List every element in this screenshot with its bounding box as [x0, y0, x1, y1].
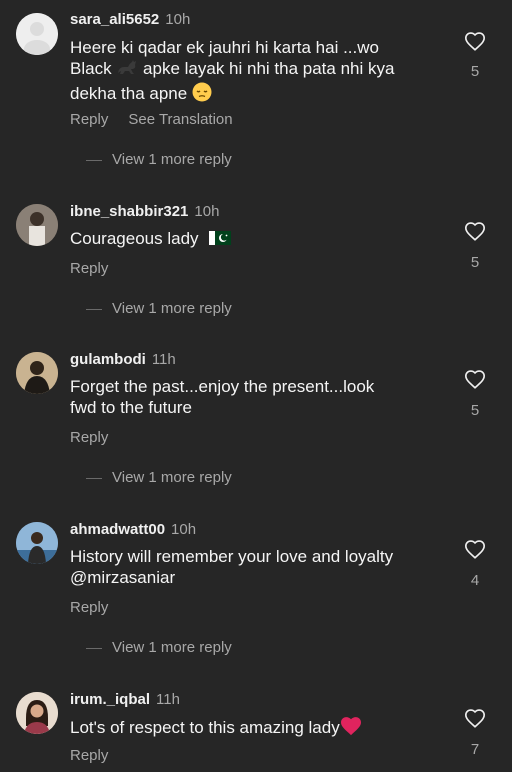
comment-actions: Reply: [70, 747, 128, 764]
like-heart-icon[interactable]: [464, 539, 486, 561]
reply-button[interactable]: Reply: [70, 429, 108, 446]
comment-username[interactable]: sara_ali5652 10h: [70, 11, 190, 28]
reply-button[interactable]: Reply: [70, 747, 108, 764]
reply-button[interactable]: Reply: [70, 111, 108, 128]
like-heart-icon[interactable]: [464, 369, 486, 391]
avatar[interactable]: [16, 692, 58, 734]
like-count: 4: [470, 572, 480, 589]
user-photo-icon: [16, 692, 58, 734]
like-count: 5: [470, 254, 480, 271]
comment-text-line: Black apke layak hi nhi tha pata nhi kya: [70, 58, 450, 82]
comment-text-line: dekha tha apne: [70, 82, 450, 107]
comment-timestamp: 10h: [165, 11, 191, 28]
comment-text: History will remember your love and loya…: [70, 546, 450, 588]
comment-timestamp: 10h: [171, 521, 197, 538]
comment-actions: Reply: [70, 599, 128, 616]
like-count: 5: [470, 63, 480, 80]
divider-line: [86, 308, 102, 310]
comment-text-line: History will remember your love and loya…: [70, 547, 394, 566]
avatar[interactable]: [16, 352, 58, 394]
comment-timestamp: 10h: [194, 203, 220, 220]
comment-actions: Reply: [70, 260, 128, 277]
comment-username[interactable]: ibne_shabbir321 10h: [70, 203, 219, 220]
avatar[interactable]: [16, 204, 58, 246]
pakistan-flag-icon: [209, 229, 232, 245]
like-count: 5: [470, 402, 480, 419]
default-avatar-icon: [16, 13, 58, 55]
comment-text-line: Forget the past...enjoy the present...lo…: [70, 377, 375, 396]
comment-text: Forget the past...enjoy the present...lo…: [70, 376, 450, 418]
view-more-replies-button[interactable]: View 1 more reply: [86, 639, 232, 656]
user-photo-icon: [16, 204, 58, 246]
view-more-replies-button[interactable]: View 1 more reply: [86, 300, 232, 317]
user-photo-icon: [16, 522, 58, 564]
like-heart-icon[interactable]: [464, 708, 486, 730]
comment-text-line: Heere ki qadar ek jauhri hi karta hai ..…: [70, 38, 379, 57]
comment-actions: Reply See Translation: [70, 111, 253, 128]
pensive-face-emoji-icon: [192, 82, 212, 107]
see-translation-button[interactable]: See Translation: [128, 111, 232, 128]
divider-line: [86, 159, 102, 161]
comment-username[interactable]: ahmadwatt00 10h: [70, 521, 196, 538]
divider-line: [86, 477, 102, 479]
view-more-replies-button[interactable]: View 1 more reply: [86, 469, 232, 486]
comment-text: Courageous lady: [70, 228, 450, 249]
avatar[interactable]: [16, 13, 58, 55]
reply-button[interactable]: Reply: [70, 260, 108, 277]
comment-username[interactable]: gulambodi 11h: [70, 351, 176, 368]
avatar[interactable]: [16, 522, 58, 564]
like-count: 7: [470, 741, 480, 758]
like-heart-icon[interactable]: [464, 221, 486, 243]
view-more-replies-button[interactable]: View 1 more reply: [86, 151, 232, 168]
user-photo-icon: [16, 352, 58, 394]
comment-actions: Reply: [70, 429, 128, 446]
red-heart-emoji-icon: [340, 716, 362, 741]
comment-text: Heere ki qadar ek jauhri hi karta hai ..…: [70, 37, 450, 107]
comment-text: Lot's of respect to this amazing lady: [70, 716, 450, 741]
comment-username[interactable]: irum._iqbal 11h: [70, 691, 180, 708]
cat-emoji-icon: [116, 59, 138, 82]
comment-text-line: fwd to the future: [70, 398, 192, 417]
like-heart-icon[interactable]: [464, 31, 486, 53]
comment-mention-link[interactable]: @mirzasaniar: [70, 567, 450, 588]
comment-timestamp: 11h: [156, 691, 180, 708]
comment-timestamp: 11h: [151, 351, 176, 368]
reply-button[interactable]: Reply: [70, 599, 108, 616]
divider-line: [86, 647, 102, 649]
